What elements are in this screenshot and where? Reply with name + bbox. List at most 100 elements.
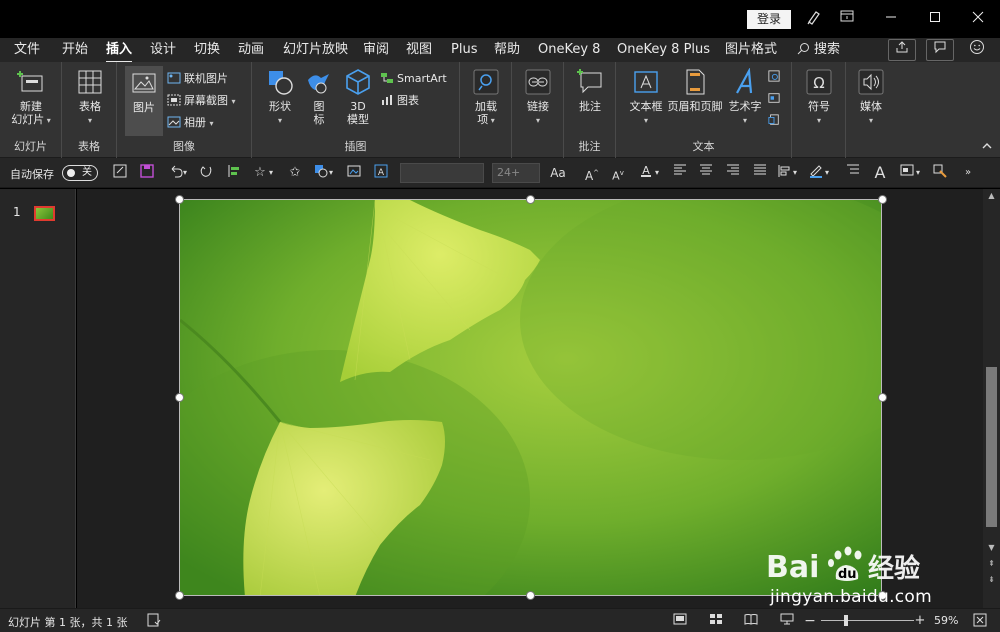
- font-size-input[interactable]: 24+: [492, 163, 540, 183]
- resize-handle-bottom[interactable]: [526, 591, 535, 600]
- pen-icon[interactable]: [803, 9, 825, 29]
- chevron-down-icon[interactable]: ▾: [266, 164, 276, 182]
- textbox-button[interactable]: 文本框 ▾: [626, 68, 666, 127]
- new-slide-button[interactable]: 新建 幻灯片 ▾: [6, 68, 56, 127]
- icons-button[interactable]: 图 标: [304, 68, 334, 126]
- picture-button[interactable]: 图片: [125, 66, 163, 136]
- tab-picture-format[interactable]: 图片格式: [725, 41, 777, 59]
- slide-number-button[interactable]: [767, 90, 784, 108]
- ribbon-display-icon[interactable]: [836, 9, 858, 29]
- addins-button[interactable]: 加载 项 ▾: [470, 68, 502, 127]
- resize-handle-right[interactable]: [878, 393, 887, 402]
- chevron-down-icon[interactable]: ▾: [913, 164, 923, 182]
- tab-transitions[interactable]: 切换: [194, 41, 220, 59]
- tab-review[interactable]: 审阅: [363, 41, 389, 59]
- share-button[interactable]: [888, 39, 916, 61]
- save-icon[interactable]: [137, 164, 157, 182]
- textbox-small-icon[interactable]: A: [371, 164, 391, 182]
- table-button[interactable]: 表格 ▾: [74, 68, 106, 127]
- previous-slide-icon[interactable]: ⇞: [985, 559, 998, 569]
- align-center-icon[interactable]: [696, 164, 716, 182]
- align-shapes-icon[interactable]: [224, 164, 244, 182]
- fit-to-window-icon[interactable]: [972, 613, 988, 629]
- slide-thumbnail[interactable]: [34, 206, 55, 221]
- tab-view[interactable]: 视图: [406, 41, 432, 59]
- redo-icon[interactable]: [196, 164, 216, 182]
- chevron-down-icon[interactable]: ▾: [326, 164, 336, 182]
- screenshot-button[interactable]: 屏幕截图 ▾: [167, 92, 236, 110]
- smiley-feedback-icon[interactable]: [966, 39, 988, 59]
- tab-help[interactable]: 帮助: [494, 41, 520, 59]
- resize-handle-bottom-left[interactable]: [175, 591, 184, 600]
- tab-slideshow[interactable]: 幻灯片放映: [283, 41, 348, 59]
- tab-onekey8-plus[interactable]: OneKey 8 Plus: [617, 41, 710, 59]
- chevron-down-icon[interactable]: ▾: [652, 164, 662, 182]
- align-right-icon[interactable]: [723, 164, 743, 182]
- link-button[interactable]: 链接 ▾: [522, 68, 554, 127]
- justify-icon[interactable]: [750, 164, 770, 182]
- chevron-down-icon[interactable]: ▾: [180, 164, 190, 182]
- zoom-level[interactable]: 59%: [934, 614, 958, 627]
- slideshow-icon[interactable]: [779, 613, 795, 629]
- tab-home[interactable]: 开始: [62, 41, 88, 59]
- zoom-in-icon[interactable]: +: [914, 613, 926, 629]
- zoom-slider-thumb[interactable]: [844, 615, 849, 626]
- align-left-icon[interactable]: [670, 164, 690, 182]
- tab-plus[interactable]: Plus: [451, 41, 477, 59]
- resize-handle-left[interactable]: [175, 393, 184, 402]
- album-button[interactable]: 相册 ▾: [167, 114, 214, 132]
- increase-font-icon[interactable]: A^: [582, 164, 602, 183]
- comments-button[interactable]: [926, 39, 954, 61]
- chevron-down-icon[interactable]: ▾: [790, 164, 800, 182]
- reading-view-icon[interactable]: [743, 613, 759, 629]
- normal-view-icon[interactable]: [672, 613, 688, 629]
- online-picture-button[interactable]: 联机图片: [167, 70, 228, 88]
- tab-file[interactable]: 文件: [14, 41, 40, 59]
- maximize-icon[interactable]: [924, 9, 946, 29]
- chevron-down-icon[interactable]: ▾: [822, 164, 832, 182]
- date-time-button[interactable]: [767, 68, 784, 86]
- format-painter-icon[interactable]: [930, 164, 950, 182]
- search-box[interactable]: 搜索: [797, 41, 840, 59]
- zoom-out-icon[interactable]: −: [804, 613, 816, 629]
- header-footer-button[interactable]: 页眉和页脚: [666, 68, 724, 113]
- media-button[interactable]: 媒体 ▾: [855, 68, 887, 127]
- slide-sorter-icon[interactable]: [708, 613, 724, 629]
- next-slide-icon[interactable]: ⇟: [985, 575, 998, 585]
- tab-design[interactable]: 设计: [150, 41, 176, 59]
- wordart-button[interactable]: 艺术字 ▾: [726, 68, 764, 127]
- decrease-font-icon[interactable]: Av: [608, 164, 628, 183]
- shapes-button[interactable]: 形状 ▾: [262, 68, 298, 127]
- object-button[interactable]: [767, 112, 784, 130]
- star-outline-icon[interactable]: ✩: [285, 164, 305, 182]
- text-direction-icon[interactable]: A: [870, 164, 890, 182]
- new-comment-button[interactable]: 批注: [574, 68, 606, 113]
- symbol-button[interactable]: Ω 符号 ▾: [803, 68, 835, 127]
- tab-onekey8[interactable]: OneKey 8: [538, 41, 600, 59]
- scroll-down-icon[interactable]: ▼: [985, 543, 998, 553]
- smartart-button[interactable]: SmartArt: [380, 70, 447, 88]
- autosave-toggle[interactable]: 关: [62, 165, 98, 181]
- line-spacing-icon[interactable]: [843, 164, 863, 182]
- login-button[interactable]: 登录: [747, 10, 791, 29]
- scroll-up-icon[interactable]: ▲: [985, 191, 998, 201]
- zoom-slider-track[interactable]: [821, 620, 914, 621]
- resize-handle-top-left[interactable]: [175, 195, 184, 204]
- 3d-model-button[interactable]: 3D 模型: [342, 68, 374, 126]
- selected-picture[interactable]: [179, 199, 882, 596]
- resize-handle-top-right[interactable]: [878, 195, 887, 204]
- insert-picture-icon[interactable]: [344, 164, 364, 182]
- collapse-ribbon-icon[interactable]: [982, 140, 992, 153]
- scrollbar-thumb[interactable]: [986, 367, 997, 527]
- font-name-input[interactable]: [400, 163, 484, 183]
- tab-insert[interactable]: 插入: [106, 41, 133, 63]
- resize-handle-top[interactable]: [526, 195, 535, 204]
- tab-animations[interactable]: 动画: [238, 41, 264, 59]
- more-commands-icon[interactable]: »: [958, 164, 978, 182]
- accessibility-check-icon[interactable]: [146, 613, 162, 629]
- chart-button[interactable]: 图表: [380, 92, 419, 110]
- minimize-icon[interactable]: [880, 9, 902, 29]
- vertical-scrollbar[interactable]: ▲ ▼ ⇞ ⇟: [983, 189, 1000, 608]
- change-case-icon[interactable]: Aa: [546, 164, 570, 182]
- save-as-icon[interactable]: [110, 164, 130, 182]
